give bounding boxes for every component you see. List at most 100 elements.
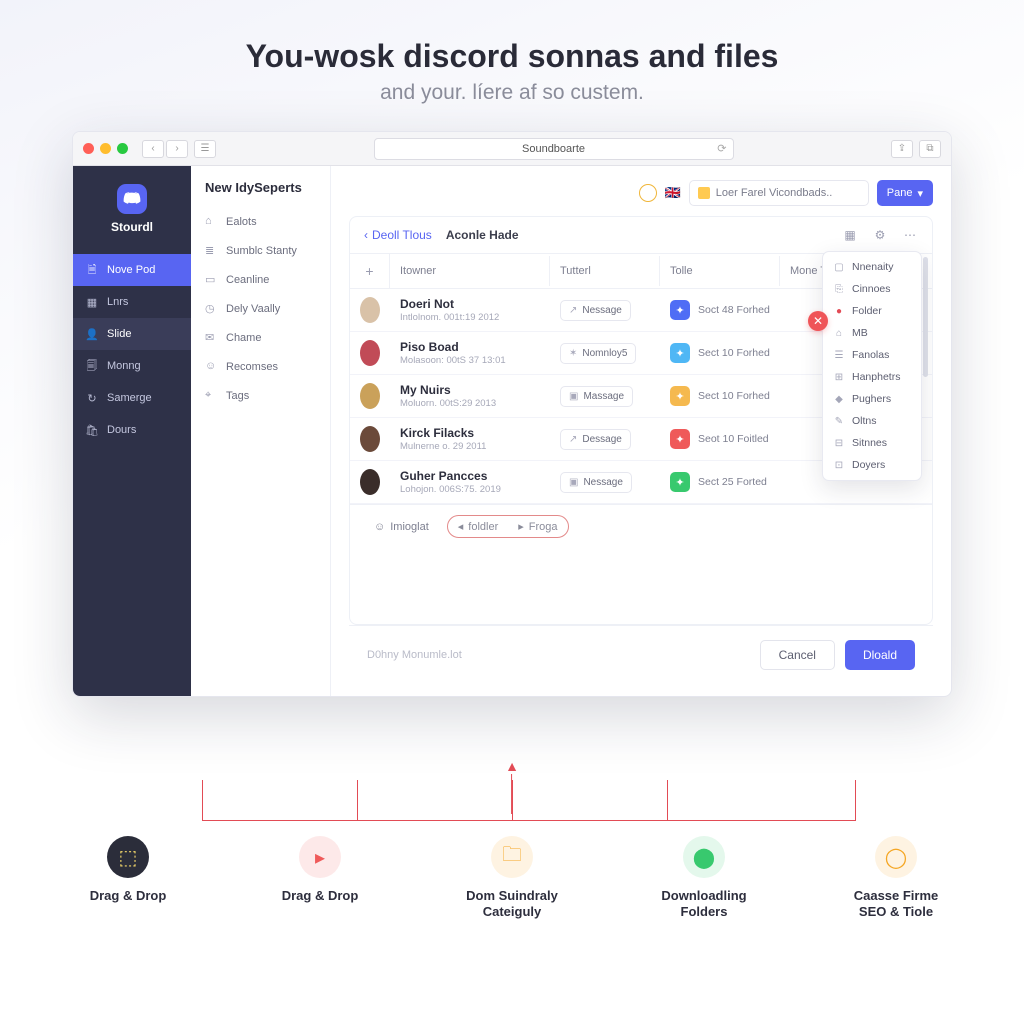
sub-item-ceanline[interactable]: ▭Ceanline bbox=[191, 265, 330, 294]
locale-icon[interactable]: 🇬🇧 bbox=[665, 185, 681, 201]
tag-icon: ⌖ bbox=[205, 389, 218, 402]
nav-item-dours[interactable]: 🛍Dours bbox=[73, 414, 191, 446]
feature-label: DownloadlingFolders bbox=[661, 888, 746, 921]
home-icon: ⌂ bbox=[205, 215, 218, 228]
dropdown-item-hanphetrs[interactable]: ⊞ Hanphetrs bbox=[823, 366, 921, 388]
view-grid-icon[interactable]: ▦ bbox=[842, 227, 858, 243]
row-type-icon: ✦ bbox=[670, 429, 690, 449]
row-sect: Seot 10 Foitled bbox=[698, 433, 769, 445]
search-input[interactable]: Loer Farel Vicondbads.. bbox=[689, 180, 869, 206]
dropdown-item-cinnoes[interactable]: ⎘Cinnoes bbox=[823, 278, 921, 300]
row-meta: Intlolnom. 001t:19 2012 bbox=[400, 312, 540, 323]
sub-item-ealots[interactable]: ⌂Ealots bbox=[191, 207, 330, 236]
row-sect: Soct 48 Forhed bbox=[698, 304, 770, 316]
row-pill[interactable]: ▣Nessage bbox=[560, 472, 632, 493]
chat-icon: ✉ bbox=[205, 331, 218, 344]
row-pill[interactable]: ↗Nessage bbox=[560, 300, 631, 321]
primary-dropdown-button[interactable]: Pane ▾ bbox=[877, 180, 933, 206]
confirm-button[interactable]: Dloald bbox=[845, 640, 915, 670]
pill-icon: ▣ bbox=[569, 477, 578, 488]
hero: You-wosk discord sonnas and files and yo… bbox=[0, 0, 1024, 117]
dropdown-item-sitnnes[interactable]: ⊟Sitnnes bbox=[823, 432, 921, 454]
add-row-button[interactable]: + bbox=[350, 254, 390, 288]
sub-item-dely-vaally[interactable]: ◷Dely Vaally bbox=[191, 294, 330, 323]
status-ring-icon[interactable] bbox=[639, 184, 657, 202]
pill-icon: ✶ bbox=[569, 348, 577, 359]
row-sect: Sect 10 Forhed bbox=[698, 347, 770, 359]
row-sect: Sect 10 Forhed bbox=[698, 390, 770, 402]
breadcrumb-back-label: Deoll Tlous bbox=[372, 228, 432, 242]
sub-item-recomses[interactable]: ☺Recomses bbox=[191, 352, 330, 381]
row-pill[interactable]: ✶Nomnloy5 bbox=[560, 343, 636, 364]
tabs-button[interactable]: ⧉ bbox=[919, 140, 941, 158]
cancel-button[interactable]: Cancel bbox=[760, 640, 835, 670]
col-owner[interactable]: Itowner bbox=[390, 256, 550, 286]
dropdown-item-fanolas[interactable]: ☰Fanolas bbox=[823, 344, 921, 366]
brand: Stourdl bbox=[73, 166, 191, 244]
footer-imioglat-button[interactable]: ☺ Imioglat bbox=[364, 517, 439, 537]
close-icon[interactable] bbox=[83, 143, 94, 154]
dropdown-item-icon: ⊟ bbox=[833, 437, 845, 449]
reload-icon[interactable]: ⟳ bbox=[717, 142, 726, 155]
dropdown-item-mb[interactable]: ⌂MB bbox=[823, 322, 921, 344]
dropdown-item-icon: ● bbox=[833, 305, 845, 317]
sidebar-nav: Stourdl 🗎Nove Pod▦Lnrs👤Slide🗐Monng ↻ Samer… bbox=[73, 166, 191, 696]
col-tutterl[interactable]: Tutterl bbox=[550, 256, 660, 286]
dropdown-item-pughers[interactable]: ◆Pughers bbox=[823, 388, 921, 410]
nav-item-label: Samerge bbox=[107, 392, 152, 404]
cal-icon: ▭ bbox=[205, 273, 218, 286]
nav-item-slide[interactable]: 👤Slide bbox=[73, 318, 191, 350]
row-name: Kirck Filacks bbox=[400, 426, 540, 440]
sync-icon: ↻ bbox=[85, 391, 99, 405]
dropdown-item-label: Pughers bbox=[852, 393, 891, 405]
dropdown-item-folder[interactable]: ●Folder bbox=[823, 300, 921, 322]
row-meta: Moluorn. 00tS:29 2013 bbox=[400, 398, 540, 409]
row-pill[interactable]: ▣Massage bbox=[560, 386, 633, 407]
brand-name: Stourdl bbox=[73, 220, 191, 234]
dropdown-item-doyers[interactable]: ⊡Doyers bbox=[823, 454, 921, 476]
settings-icon[interactable]: ⚙ bbox=[872, 227, 888, 243]
row-pill[interactable]: ↗Dessage bbox=[560, 429, 631, 450]
nav-item-monng[interactable]: 🗐Monng bbox=[73, 350, 191, 382]
nav-item-label: Nove Pod bbox=[107, 264, 155, 276]
sub-nav: New IdySeperts ⌂Ealots≣Sumblc Stanty▭Cea… bbox=[191, 166, 331, 696]
sidebar-toggle-button[interactable]: ☰ bbox=[194, 140, 216, 158]
breadcrumb: ‹ Deoll Tlous Aconle Hade ▦ ⚙ ⋯ bbox=[350, 217, 932, 254]
content-card: ‹ Deoll Tlous Aconle Hade ▦ ⚙ ⋯ + Itowne… bbox=[349, 216, 933, 625]
chevron-down-icon: ▾ bbox=[917, 187, 923, 200]
share-button[interactable]: ⇪ bbox=[891, 140, 913, 158]
nav-item-nove-pod[interactable]: 🗎Nove Pod bbox=[73, 254, 191, 286]
sub-item-chame[interactable]: ✉Chame bbox=[191, 323, 330, 352]
dropdown-item-label: Oltns bbox=[852, 415, 877, 427]
sub-item-label: Sumblc Stanty bbox=[226, 245, 297, 257]
col-tolle[interactable]: Tolle bbox=[660, 256, 780, 286]
dropdown-item-label: Hanphetrs bbox=[852, 371, 900, 383]
column-dropdown[interactable]: ▢Nnenaity⎘Cinnoes●Folder⌂MB☰Fanolas ⊞ Hanp… bbox=[822, 251, 922, 481]
footer-next-button[interactable]: ▸ Froga bbox=[508, 516, 567, 537]
traffic-lights[interactable] bbox=[83, 143, 128, 154]
row-name: Piso Boad bbox=[400, 340, 540, 354]
minimize-icon[interactable] bbox=[100, 143, 111, 154]
feature-item: ⬤DownloadlingFolders bbox=[639, 836, 769, 921]
breadcrumb-current: Aconle Hade bbox=[446, 228, 519, 242]
more-icon[interactable]: ⋯ bbox=[902, 227, 918, 243]
zoom-icon[interactable] bbox=[117, 143, 128, 154]
dropdown-item-oltns[interactable]: ✎Oltns bbox=[823, 410, 921, 432]
nav-item-samerge[interactable]: ↻ Samerge bbox=[73, 382, 191, 414]
scrollbar[interactable] bbox=[923, 257, 928, 377]
close-badge-icon[interactable]: ✕ bbox=[808, 311, 828, 331]
sub-item-sumblc-stanty[interactable]: ≣Sumblc Stanty bbox=[191, 236, 330, 265]
sub-item-tags[interactable]: ⌖Tags bbox=[191, 381, 330, 410]
feature-icon: 🗀 bbox=[491, 836, 533, 878]
dropdown-item-icon: ⌂ bbox=[833, 327, 845, 339]
footer-pager: ◂ foldler ▸ Froga bbox=[447, 515, 569, 538]
nav-item-lnrs[interactable]: ▦Lnrs bbox=[73, 286, 191, 318]
main-panel: 🇬🇧 Loer Farel Vicondbads.. Pane ▾ ‹ bbox=[331, 166, 951, 696]
nav-fwd-button[interactable]: › bbox=[166, 140, 188, 158]
dropdown-item-icon: ⊞ bbox=[833, 371, 845, 383]
footer-prev-button[interactable]: ◂ foldler bbox=[448, 516, 509, 537]
nav-back-button[interactable]: ‹ bbox=[142, 140, 164, 158]
address-bar[interactable]: Soundboarte ⟳ bbox=[374, 138, 734, 160]
breadcrumb-back[interactable]: ‹ Deoll Tlous bbox=[364, 228, 432, 242]
dropdown-item-nnenaity[interactable]: ▢Nnenaity bbox=[823, 256, 921, 278]
